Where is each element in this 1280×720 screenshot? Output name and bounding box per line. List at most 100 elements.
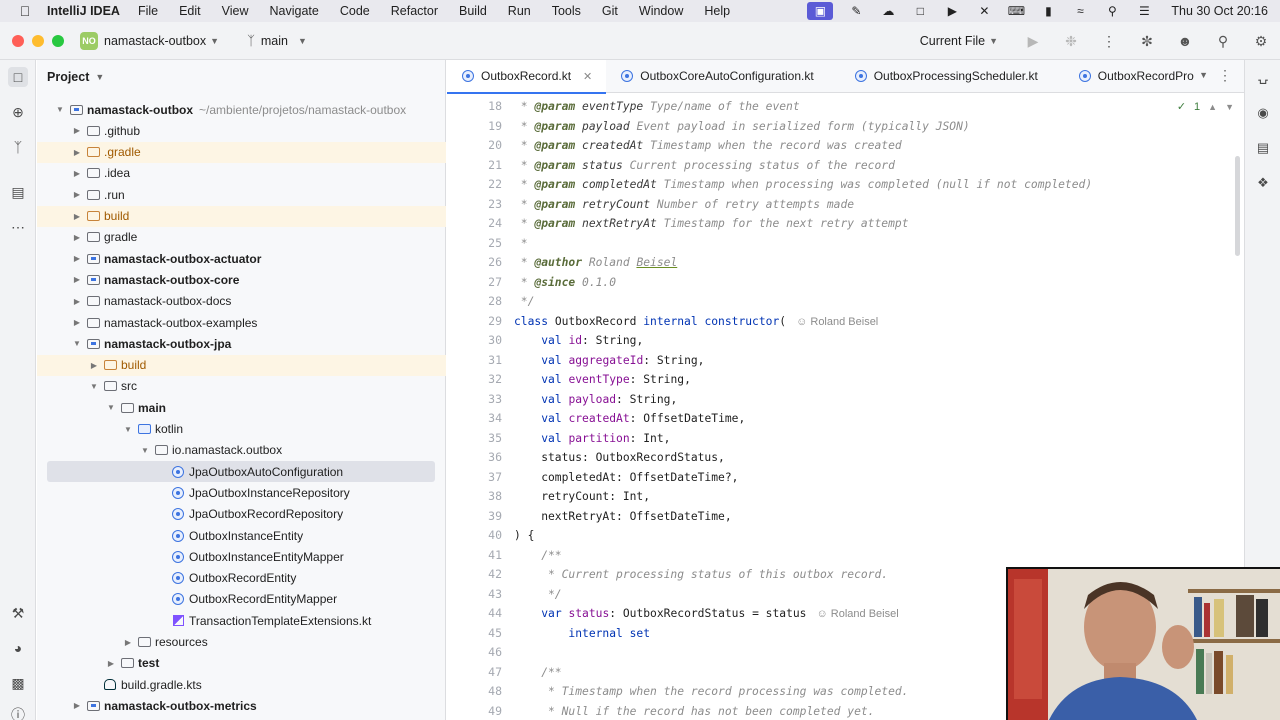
chevron-right-icon[interactable]: ▶	[70, 297, 84, 306]
tree-item[interactable]: ▼ io.namastack.outbox	[37, 440, 446, 461]
code-line[interactable]: * @param nextRetryAt Timestamp for the n…	[514, 214, 909, 234]
author-inlay-hint[interactable]: ☺ Roland Beisel	[817, 608, 899, 620]
add-user-icon[interactable]: ☻	[1176, 33, 1194, 49]
more-tool-windows-icon[interactable]: ⋯	[8, 217, 28, 237]
more-actions-icon[interactable]: ⋮	[1100, 33, 1118, 50]
menu-refactor[interactable]: Refactor	[391, 4, 438, 18]
tab-outbox-processing-scheduler[interactable]: OutboxProcessingScheduler.kt	[840, 60, 1052, 93]
chevron-right-icon[interactable]: ▶	[70, 169, 84, 178]
author-inlay-hint[interactable]: ☺ Roland Beisel	[796, 316, 878, 328]
tree-item[interactable]: ▶ resources	[37, 632, 446, 653]
chevron-down-icon[interactable]: ▼	[138, 446, 152, 455]
chevron-right-icon[interactable]: ▶	[70, 233, 84, 242]
chevron-right-icon[interactable]: ▶	[70, 254, 84, 263]
chevron-right-icon[interactable]: ▶	[70, 701, 84, 710]
code-line[interactable]: * @param status Current processing statu…	[514, 156, 895, 176]
run-configuration-selector[interactable]: Current File ▼	[920, 34, 998, 48]
tree-item[interactable]: ▶ test	[37, 653, 446, 674]
chevron-right-icon[interactable]: ▶	[70, 212, 84, 221]
vcs-branch-widget[interactable]: ᛉ main ▼	[247, 33, 307, 48]
copilot-icon[interactable]: ❖	[1254, 174, 1272, 192]
tree-item[interactable]: ▼ namastack-outbox-jpa	[37, 333, 446, 354]
code-line[interactable]: val eventType: String,	[514, 370, 691, 390]
menu-code[interactable]: Code	[340, 4, 370, 18]
settings-gear-icon[interactable]: ⚙	[1252, 33, 1270, 50]
tab-outbox-record-processor[interactable]: OutboxRecordPro	[1064, 60, 1208, 93]
apple-icon[interactable]: 	[17, 3, 33, 19]
run-icon[interactable]: ▶	[1024, 33, 1042, 50]
code-line[interactable]: * Current processing status of this outb…	[514, 565, 888, 585]
control-center-icon[interactable]: ☰	[1135, 4, 1153, 18]
code-line[interactable]: val partition: Int,	[514, 429, 670, 449]
code-line[interactable]: val aggregateId: String,	[514, 351, 704, 371]
tree-item[interactable]: JpaOutboxAutoConfiguration	[47, 461, 435, 483]
code-line[interactable]: */	[514, 292, 535, 312]
chevron-up-icon[interactable]: ▲	[1208, 102, 1217, 112]
menu-tools[interactable]: Tools	[552, 4, 581, 18]
battery-icon[interactable]: ▮	[1039, 4, 1057, 18]
code-line[interactable]: * Timestamp when the record processing w…	[514, 682, 908, 702]
tab-outbox-core-auto-configuration[interactable]: OutboxCoreAutoConfiguration.kt	[606, 60, 827, 93]
chevron-down-icon[interactable]: ▼	[104, 403, 118, 412]
chevron-right-icon[interactable]: ▶	[70, 190, 84, 199]
zoom-window-button[interactable]	[52, 34, 64, 47]
commit-icon[interactable]: ⊕	[8, 102, 28, 122]
notifications-icon[interactable]: ⍽	[1254, 68, 1272, 86]
play-icon[interactable]: ▶	[943, 4, 961, 18]
tree-item[interactable]: OutboxRecordEntityMapper	[37, 589, 446, 610]
terminal-icon[interactable]: ▩	[8, 673, 28, 693]
tree-item[interactable]: ▶ build	[37, 205, 446, 227]
tree-item[interactable]: ▶ .gradle	[37, 141, 446, 163]
tab-actions-menu-icon[interactable]: ⋮	[1218, 67, 1232, 84]
structure-icon[interactable]: ▤	[8, 182, 28, 202]
tree-item[interactable]: JpaOutboxRecordRepository	[37, 504, 446, 525]
search-everywhere-icon[interactable]: ⚲	[1214, 33, 1232, 50]
tree-item[interactable]: ▶ .github	[37, 120, 446, 141]
chevron-down-icon[interactable]: ▼	[121, 425, 135, 434]
project-switcher[interactable]: NO namastack-outbox ▼	[80, 31, 219, 50]
chevron-down-icon[interactable]: ▼	[1225, 102, 1234, 112]
tree-item[interactable]: ▶ namastack-outbox-actuator	[37, 248, 446, 269]
menu-edit[interactable]: Edit	[179, 4, 201, 18]
cloud-icon[interactable]: ☁	[879, 4, 897, 18]
build-hammer-icon[interactable]: ⚒	[8, 603, 28, 623]
code-line[interactable]: * @param completedAt Timestamp when proc…	[514, 175, 1092, 195]
chevron-right-icon[interactable]: ▶	[70, 318, 84, 327]
tree-item[interactable]: ▼ main	[37, 397, 446, 418]
code-line[interactable]: class OutboxRecord internal constructor(…	[514, 312, 878, 332]
minimize-window-button[interactable]	[32, 34, 44, 47]
code-line[interactable]: */	[514, 585, 562, 605]
code-line[interactable]: val payload: String,	[514, 390, 677, 410]
tree-item[interactable]: JpaOutboxInstanceRepository	[37, 482, 446, 503]
services-icon[interactable]: ◕	[8, 638, 28, 658]
code-line[interactable]: val createdAt: OffsetDateTime,	[514, 409, 745, 429]
ai-assistant-icon[interactable]: ✼	[1138, 33, 1156, 50]
chevron-right-icon[interactable]: ▶	[121, 638, 135, 647]
pull-requests-icon[interactable]: ᛉ	[8, 137, 28, 157]
problems-icon[interactable]: ⓘ	[8, 705, 28, 720]
tree-item[interactable]: ▶ namastack-outbox-core	[37, 269, 446, 290]
code-line[interactable]: var status: OutboxRecordStatus = status ☺…	[514, 604, 899, 624]
tree-item[interactable]: ▼ src	[37, 376, 446, 397]
inspection-widget[interactable]: ✓ 1 ▲ ▼	[1177, 100, 1234, 114]
code-line[interactable]: * @since 0.1.0	[514, 273, 616, 293]
tree-item[interactable]: ▶ namastack-outbox-metrics	[37, 695, 446, 716]
tree-item[interactable]: ▶ .run	[37, 184, 446, 205]
ai-chat-icon[interactable]: ◉	[1254, 104, 1272, 122]
code-line[interactable]: status: OutboxRecordStatus,	[514, 448, 725, 468]
tree-item[interactable]: ▼ namastack-outbox ~/ambiente/projetos/nam…	[37, 99, 446, 120]
project-folder-icon[interactable]: □	[8, 67, 28, 87]
chevron-down-icon[interactable]: ▼	[53, 105, 67, 114]
close-tab-icon[interactable]: ✕	[583, 70, 592, 83]
tree-item[interactable]: ▼ kotlin	[37, 419, 446, 440]
menu-run[interactable]: Run	[508, 4, 531, 18]
menu-build[interactable]: Build	[459, 4, 487, 18]
chevron-right-icon[interactable]: ▶	[70, 275, 84, 284]
chevron-right-icon[interactable]: ▶	[70, 126, 84, 135]
debug-icon[interactable]: ❉	[1062, 33, 1080, 50]
menu-view[interactable]: View	[222, 4, 249, 18]
code-line[interactable]: val id: String,	[514, 331, 643, 351]
project-panel-header[interactable]: Project ▼	[37, 60, 445, 93]
keyboard-icon[interactable]: ⌨	[1007, 4, 1025, 18]
tree-item[interactable]: OutboxInstanceEntity	[37, 525, 446, 546]
